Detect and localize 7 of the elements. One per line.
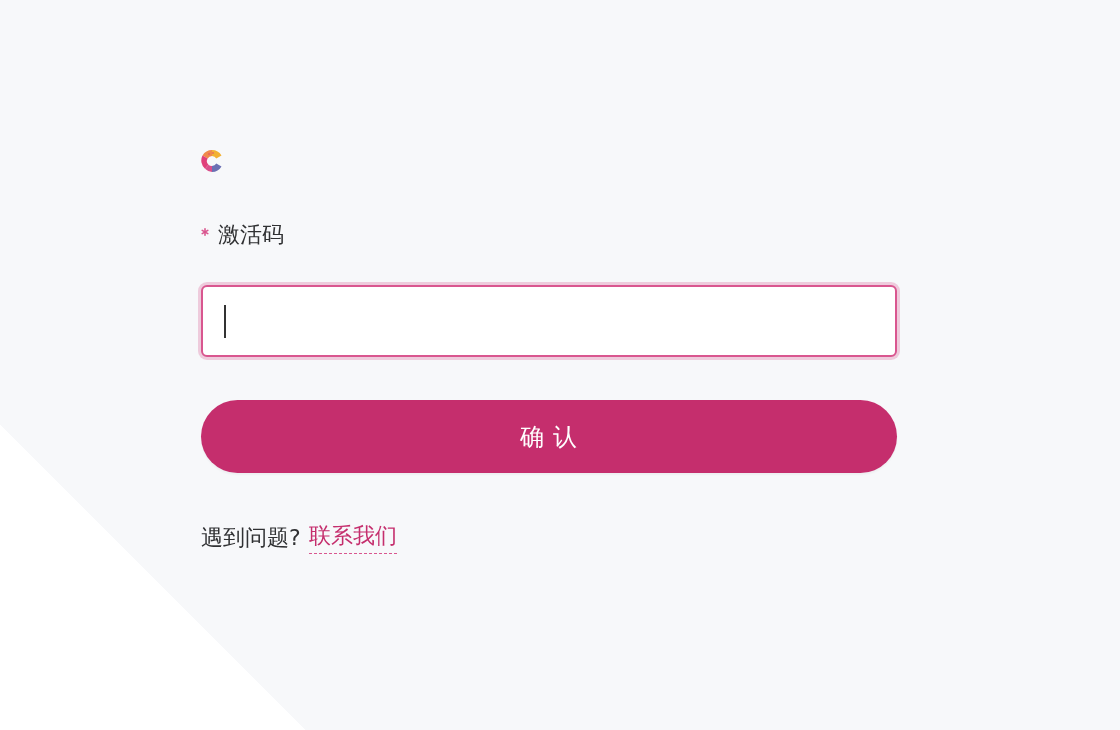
confirm-button[interactable]: 确 认	[201, 400, 897, 473]
field-label: 激活码	[218, 221, 284, 249]
text-cursor	[224, 304, 226, 338]
input-field[interactable]	[201, 285, 897, 357]
contact-link[interactable]: 联系我们	[308, 521, 397, 554]
logo-icon	[201, 150, 223, 172]
help-text: 遇到问题?	[201, 523, 301, 552]
